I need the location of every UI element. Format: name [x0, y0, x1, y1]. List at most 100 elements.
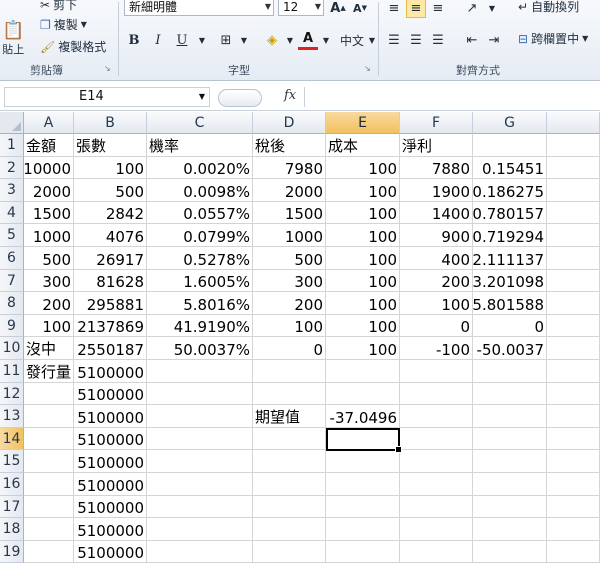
- row-header-1[interactable]: 1: [0, 134, 24, 157]
- cell-b1[interactable]: 張數: [74, 134, 147, 157]
- cell-e4[interactable]: 100: [326, 201, 400, 225]
- row-header-16[interactable]: 16: [0, 473, 24, 496]
- cell-e12[interactable]: [326, 382, 400, 406]
- row-header-5[interactable]: 5: [0, 224, 24, 247]
- cell-f19[interactable]: [400, 540, 473, 564]
- cell-c10[interactable]: 50.0037%: [147, 337, 253, 360]
- cell-b5[interactable]: 4076: [74, 224, 147, 247]
- cell-f5[interactable]: 900: [400, 224, 473, 247]
- align-top-icon[interactable]: ≡: [384, 0, 404, 18]
- cell-b15[interactable]: 5100000: [74, 450, 147, 473]
- cell-c3[interactable]: 0.0098%: [147, 179, 253, 202]
- cell-b10[interactable]: 2550187: [74, 337, 147, 360]
- row-header-2[interactable]: 2: [0, 156, 24, 180]
- cell-d11[interactable]: [253, 360, 326, 383]
- cell-filler[interactable]: [547, 360, 600, 383]
- cell-g3[interactable]: 0.186275: [472, 179, 547, 202]
- cell-d2[interactable]: 7980: [253, 156, 326, 180]
- increase-indent-icon[interactable]: ⇥: [484, 30, 504, 50]
- cell-g18[interactable]: [473, 518, 547, 541]
- copy-button[interactable]: ❐ 複製 ▼: [40, 16, 87, 33]
- row-header-7[interactable]: 7: [0, 269, 24, 293]
- row-header-14[interactable]: 14: [0, 427, 24, 451]
- column-header-d[interactable]: D: [253, 112, 326, 134]
- cell-filler[interactable]: [547, 450, 600, 473]
- cell-c14[interactable]: [147, 427, 253, 451]
- cell-filler[interactable]: [547, 224, 600, 247]
- cell-filler[interactable]: [547, 201, 600, 225]
- cell-d10[interactable]: 0: [253, 337, 326, 360]
- decrease-indent-icon[interactable]: ⇤: [462, 30, 482, 50]
- orientation-icon[interactable]: ↗: [462, 0, 482, 18]
- cell-filler[interactable]: [547, 292, 600, 315]
- italic-button[interactable]: I: [148, 30, 168, 50]
- cell-d3[interactable]: 2000: [253, 179, 326, 202]
- cell-filler[interactable]: [547, 427, 600, 451]
- cell-e17[interactable]: [326, 495, 400, 519]
- cell-filler[interactable]: [547, 518, 600, 541]
- align-middle-icon[interactable]: ≡: [406, 0, 426, 18]
- cell-filler[interactable]: [547, 495, 600, 519]
- cell-f12[interactable]: [400, 382, 473, 406]
- cell-b2[interactable]: 100: [74, 156, 147, 180]
- column-header-c[interactable]: C: [147, 112, 253, 134]
- row-header-9[interactable]: 9: [0, 314, 24, 338]
- cell-b7[interactable]: 81628: [74, 269, 147, 293]
- chevron-down-icon[interactable]: ▼: [192, 30, 212, 50]
- cell-a12[interactable]: [24, 382, 74, 406]
- cell-f10[interactable]: -100: [400, 337, 473, 360]
- cell-e10[interactable]: 100: [326, 337, 400, 360]
- row-header-10[interactable]: 10: [0, 337, 24, 360]
- formula-input[interactable]: [304, 87, 600, 107]
- cell-d9[interactable]: 100: [253, 314, 326, 338]
- cell-a16[interactable]: [24, 473, 74, 496]
- cell-d7[interactable]: 300: [253, 269, 326, 293]
- shrink-font-icon[interactable]: A ▼: [350, 0, 370, 18]
- insert-function-button[interactable]: fx: [284, 88, 296, 103]
- cell-b14[interactable]: 5100000: [74, 427, 147, 451]
- cell-f2[interactable]: 7880: [400, 156, 473, 180]
- bold-button[interactable]: B: [124, 30, 144, 50]
- chevron-down-icon[interactable]: ▼: [362, 30, 382, 50]
- cell-filler[interactable]: [547, 134, 600, 157]
- chevron-down-icon[interactable]: ▼: [316, 30, 336, 50]
- select-all-button[interactable]: [0, 112, 24, 134]
- cell-g19[interactable]: [473, 540, 547, 564]
- font-size-select[interactable]: 12 ▼: [278, 0, 324, 16]
- cell-f15[interactable]: [400, 450, 473, 473]
- font-color-icon[interactable]: A: [298, 30, 318, 50]
- cell-d18[interactable]: [253, 518, 326, 541]
- cell-a8[interactable]: 200: [24, 292, 74, 315]
- cell-c5[interactable]: 0.0799%: [147, 224, 253, 247]
- cell-f11[interactable]: [400, 360, 473, 383]
- cell-c16[interactable]: [147, 473, 253, 496]
- cell-a14[interactable]: [24, 427, 74, 451]
- cell-g14[interactable]: [473, 427, 547, 451]
- cell-d6[interactable]: 500: [253, 247, 326, 270]
- row-header-19[interactable]: 19: [0, 540, 24, 564]
- cell-filler[interactable]: [547, 179, 600, 202]
- cell-d19[interactable]: [253, 540, 326, 564]
- cell-g12[interactable]: [473, 382, 547, 406]
- cell-g2[interactable]: 0.15451: [473, 156, 547, 180]
- cell-e2[interactable]: 100: [326, 156, 400, 180]
- cell-e8[interactable]: 100: [326, 292, 400, 315]
- cell-b9[interactable]: 2137869: [74, 314, 147, 338]
- row-header-8[interactable]: 8: [0, 292, 24, 315]
- cell-g13[interactable]: [473, 405, 547, 428]
- cell-a1[interactable]: 金額: [24, 134, 74, 157]
- cell-a2[interactable]: 10000: [23, 156, 74, 180]
- cell-c2[interactable]: 0.0020%: [147, 156, 253, 180]
- cell-c11[interactable]: [147, 360, 253, 383]
- cell-e18[interactable]: [326, 518, 400, 541]
- cell-e1[interactable]: 成本: [326, 134, 400, 157]
- cell-f4[interactable]: 1400: [400, 201, 473, 225]
- cell-g9[interactable]: 0: [473, 314, 547, 338]
- active-cell-cursor[interactable]: [326, 427, 402, 453]
- column-header-f[interactable]: F: [400, 112, 473, 134]
- cell-filler[interactable]: [547, 382, 600, 406]
- cell-d16[interactable]: [253, 473, 326, 496]
- cell-e11[interactable]: [326, 360, 400, 383]
- row-header-6[interactable]: 6: [0, 247, 24, 270]
- cell-a15[interactable]: [24, 450, 74, 473]
